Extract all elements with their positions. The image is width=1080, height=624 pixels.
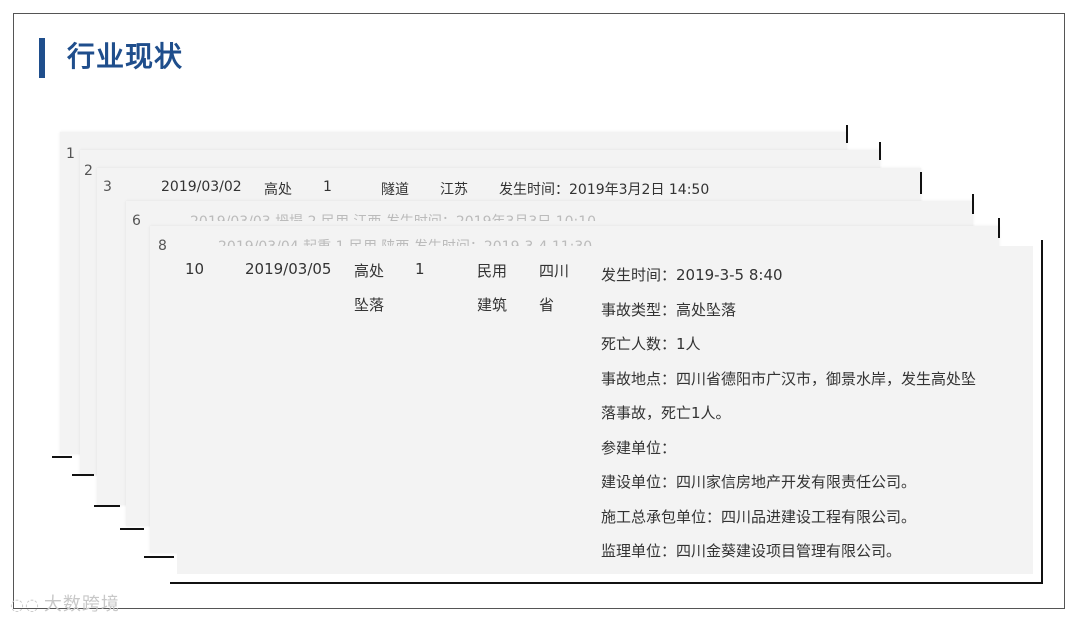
detail-line: 发生时间：2019-3-5 8:40 — [601, 266, 783, 284]
card-number: 6 — [132, 213, 141, 229]
card-10: 10 2019/03/05 高处 坠落 1 民用 建筑 四川 省 发生时间：20… — [177, 246, 1033, 574]
card-number: 3 — [103, 179, 112, 195]
detail-line: 事故类型：高处坠落 — [601, 300, 737, 319]
detail-line: 建设单位：四川家信房地产开发有限责任公司。 — [601, 473, 917, 491]
card-3-edge — [920, 172, 922, 194]
watermark-text: 大数跨境 — [43, 594, 120, 615]
card-10-details: 发生时间：2019-3-5 8:40 事故类型：高处坠落 死亡人数：1人 事故地… — [601, 258, 1031, 569]
detail-line: 参建单位： — [601, 438, 677, 457]
card-3-province: 江苏 — [440, 182, 468, 198]
card-10-deaths: 1 — [415, 260, 425, 278]
title-accent-bar — [39, 38, 45, 78]
card-8-edge — [998, 218, 1000, 238]
card-number: 1 — [66, 146, 75, 162]
card-8-edge-bottom — [144, 556, 174, 558]
detail-line: 落事故，死亡1人。 — [601, 404, 731, 422]
detail-line: 施工总承包单位：四川品进建设工程有限公司。 — [601, 507, 917, 526]
card-6-edge-bottom — [120, 528, 144, 530]
card-10-province-line2: 省 — [539, 296, 555, 314]
card-1-edge — [846, 125, 848, 143]
card-10-date: 2019/03/05 — [245, 260, 332, 278]
card-2-edge — [879, 142, 881, 160]
card-3-edge-bottom — [94, 505, 120, 507]
card-10-type-line1: 高处 — [354, 262, 385, 280]
card-10-number: 10 — [185, 260, 205, 278]
card-8-row: 2019/03/04 起重 1 民用 陕西 发生时间：2019-3-4 11:3… — [218, 236, 592, 246]
card-10-type-line2: 坠落 — [354, 296, 385, 314]
detail-line: 监理单位：四川金葵建设项目管理有限公司。 — [601, 542, 902, 560]
card-2-edge-bottom — [72, 474, 94, 476]
card-number: 2 — [84, 163, 93, 179]
card-3-type: 高处 — [264, 182, 292, 198]
card-6-row: 2019/03/03 坍塌 2 民用 江西 发生时间：2019年3月3日 10:… — [190, 211, 596, 221]
card-number: 8 — [158, 238, 167, 254]
card-3-time: 发生时间：2019年3月2日 14:50 — [499, 182, 710, 198]
card-10-category-line2: 建筑 — [477, 296, 508, 314]
card-10-category-line1: 民用 — [477, 262, 508, 280]
card-10-edge — [1041, 240, 1043, 584]
card-3-category: 隧道 — [381, 182, 409, 198]
detail-line: 事故地点：四川省德阳市广汉市，御景水岸，发生高处坠 — [601, 369, 977, 388]
card-3-deaths: 1 — [323, 179, 332, 195]
watermark-logo-icon: ◌◌ — [10, 595, 40, 614]
card-10-province-line1: 四川 — [539, 262, 570, 280]
card-10-edge-bottom — [170, 582, 1043, 584]
page-title: 行业现状 — [67, 40, 184, 73]
card-3-date: 2019/03/02 — [161, 179, 242, 195]
watermark: ◌◌ 大数跨境 — [10, 590, 120, 616]
card-6-edge — [972, 194, 974, 214]
card-1-edge-bottom — [52, 456, 72, 458]
detail-line: 死亡人数：1人 — [601, 335, 701, 353]
